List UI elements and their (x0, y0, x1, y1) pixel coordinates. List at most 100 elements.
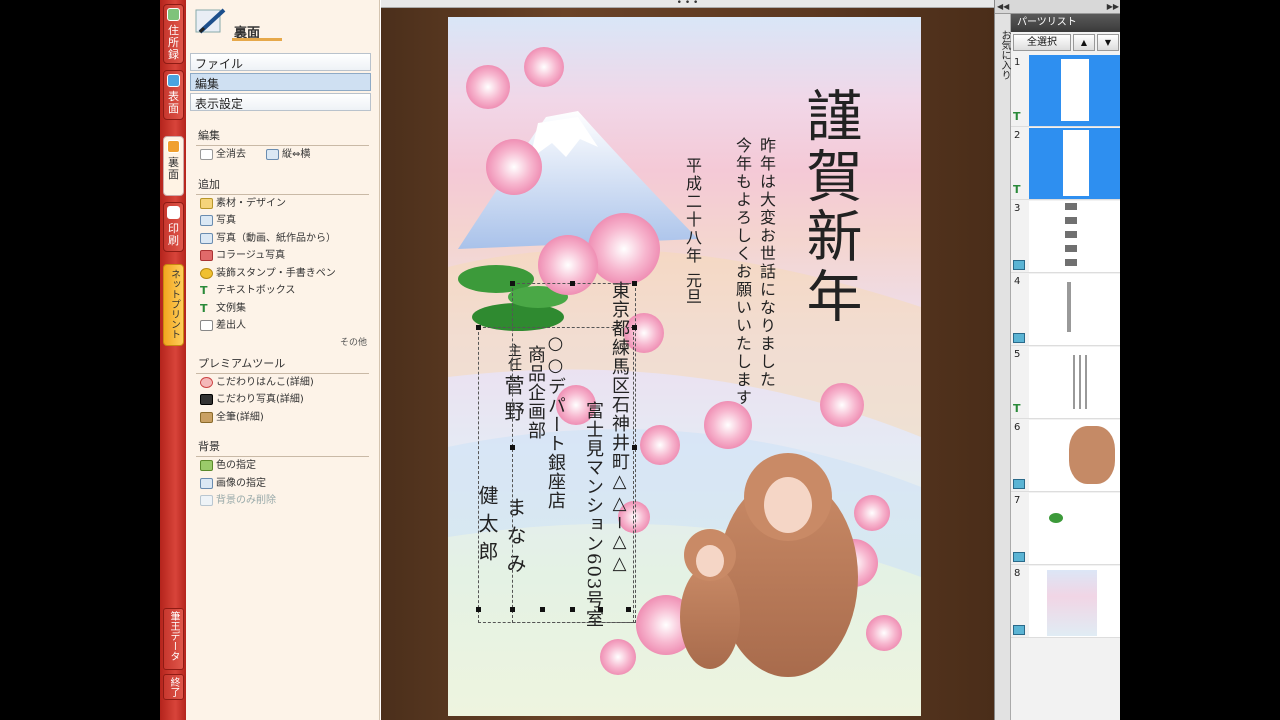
resize-handle[interactable] (598, 607, 603, 612)
bg-image-icon (200, 477, 213, 489)
menu-view-settings[interactable]: 表示設定 (190, 93, 371, 111)
part-thumbnail (1029, 201, 1120, 272)
add-text-box-label: テキストボックス (216, 285, 296, 296)
add-section: 追加 素材・デザイン 写真 写真（動画、紙作品から） コラージュ写真 装飾スタン… (196, 174, 369, 349)
material-icon (200, 197, 213, 209)
selection-frame-address[interactable] (512, 283, 636, 623)
part-number: 7 (1014, 495, 1021, 506)
date-thumb (1067, 282, 1071, 332)
background-section: 背景 色の指定 画像の指定 背景のみ削除 (196, 436, 369, 510)
canvas-resize-grip[interactable]: • • • (381, 0, 994, 8)
panel-title-underline (232, 38, 282, 41)
new-year-card[interactable]: 謹賀新年 昨年は大変お世話になりました 今年もよろしくお願いいたします 平成二十… (448, 17, 921, 716)
greeting-text[interactable]: 謹賀新年 (797, 87, 862, 327)
add-material-design[interactable]: 素材・デザイン (196, 195, 369, 213)
resize-handle[interactable] (476, 607, 481, 612)
favorites-tab[interactable]: お気に入り (995, 14, 1011, 720)
resize-handle[interactable] (540, 607, 545, 612)
rail-bottom: 筆王データ 終了 (163, 608, 184, 700)
add-material-design-label: 素材・デザイン (216, 197, 286, 209)
bg-delete-label: 背景のみ削除 (216, 495, 276, 506)
part-row[interactable]: 3 (1011, 200, 1120, 273)
add-photo-video-label: 写真（動画、紙作品から） (216, 232, 336, 244)
resize-handle[interactable] (510, 281, 515, 286)
part-thumbnail (1029, 347, 1120, 418)
menu-edit[interactable]: 編集 (190, 73, 371, 91)
part-thumbnail (1029, 566, 1120, 637)
premium-hanko[interactable]: こだわりはんこ(詳細) (196, 374, 369, 392)
part-row[interactable]: 2 T (1011, 127, 1120, 200)
message-line-2[interactable]: 今年もよろしくお願いいたします (730, 137, 754, 407)
add-text-box[interactable]: T テキストボックス (196, 282, 369, 300)
move-up-button[interactable]: ▲ (1073, 34, 1095, 51)
part-row[interactable]: 4 (1011, 273, 1120, 346)
tab-address-book-label: 住所録 (168, 24, 179, 61)
exit-label: 終了 (168, 677, 179, 697)
add-stamp-pen[interactable]: 装飾スタンプ・手書きペン (196, 265, 369, 283)
rotate-orientation-button[interactable]: 縦⇔横 (262, 146, 310, 164)
resize-handle[interactable] (632, 325, 637, 330)
part-thumbnail (1029, 493, 1120, 564)
background-thumb (1047, 570, 1097, 636)
add-photo-label: 写真 (216, 215, 236, 226)
add-photo-video[interactable]: 写真（動画、紙作品から） (196, 230, 369, 248)
exit-button[interactable]: 終了 (163, 674, 184, 700)
premium-photo[interactable]: こだわり写真(詳細) (196, 391, 369, 409)
add-more-link[interactable]: その他 (196, 335, 369, 349)
date-suffix-text[interactable]: 元旦 (680, 272, 704, 304)
hanko-icon (200, 376, 213, 388)
add-sample-phrases[interactable]: T 文例集 (196, 300, 369, 318)
resize-handle[interactable] (510, 445, 515, 450)
part-number: 1 (1014, 57, 1021, 68)
tab-front[interactable]: 表面 (163, 70, 184, 120)
text-part-icon: T (1013, 110, 1021, 123)
trash-icon (200, 495, 213, 507)
pine-thumb (1049, 513, 1063, 523)
menu-file[interactable]: ファイル (190, 53, 371, 71)
premium-hanko-label: こだわりはんこ(詳細) (216, 376, 314, 388)
star-stamp-icon (200, 267, 213, 279)
bg-delete-button[interactable]: 背景のみ削除 (196, 492, 369, 510)
bg-color-button[interactable]: 色の指定 (196, 457, 369, 475)
resize-handle[interactable] (570, 281, 575, 286)
part-number: 4 (1014, 276, 1021, 287)
clear-all-button[interactable]: 全消去 (196, 146, 246, 164)
part-row[interactable]: 7 (1011, 492, 1120, 565)
part-row[interactable]: 6 (1011, 419, 1120, 492)
expand-panel-button[interactable]: ▶▶ (1107, 0, 1119, 14)
resize-handle[interactable] (476, 325, 481, 330)
select-all-button[interactable]: 全選択 (1013, 34, 1071, 51)
add-sender[interactable]: 差出人 (196, 317, 369, 335)
resize-handle[interactable] (626, 607, 631, 612)
design-canvas[interactable]: • • • 謹賀新年 昨年は大変お世話になりました 今年もよろしくお願いいたしま… (381, 0, 994, 720)
parts-top-bar: ◀◀ ▶▶ (995, 0, 1120, 14)
tab-back[interactable]: 裏面 (163, 136, 184, 196)
resize-handle[interactable] (632, 281, 637, 286)
collapse-panel-button[interactable]: ◀◀ (997, 0, 1009, 14)
resize-handle[interactable] (570, 607, 575, 612)
date-text[interactable]: 平成二十八年 (680, 157, 704, 265)
tab-back-label: 裏面 (168, 156, 179, 181)
image-part-icon (1013, 552, 1025, 562)
tab-address-book[interactable]: 住所録 (163, 4, 184, 64)
message-line-1[interactable]: 昨年は大変お世話になりました (754, 137, 778, 389)
premium-brush[interactable]: 全筆(詳細) (196, 409, 369, 427)
tab-print[interactable]: 印刷 (163, 202, 184, 252)
resize-handle[interactable] (632, 445, 637, 450)
tab-net-print[interactable]: ネットプリント (163, 264, 184, 346)
address-book-icon (167, 8, 180, 21)
brush-icon (200, 411, 213, 423)
bg-image-button[interactable]: 画像の指定 (196, 475, 369, 493)
fudeoh-data-button[interactable]: 筆王データ (163, 608, 184, 670)
resize-handle[interactable] (510, 607, 515, 612)
move-down-button[interactable]: ▼ (1097, 34, 1119, 51)
add-photo[interactable]: 写真 (196, 212, 369, 230)
part-row[interactable]: 1 T (1011, 54, 1120, 127)
panel-header: 裏面 (186, 0, 379, 44)
part-number: 5 (1014, 349, 1021, 360)
part-number: 8 (1014, 568, 1021, 579)
print-icon (167, 206, 180, 219)
part-row[interactable]: 8 (1011, 565, 1120, 638)
add-collage-photo[interactable]: コラージュ写真 (196, 247, 369, 265)
part-row[interactable]: 5 T (1011, 346, 1120, 419)
